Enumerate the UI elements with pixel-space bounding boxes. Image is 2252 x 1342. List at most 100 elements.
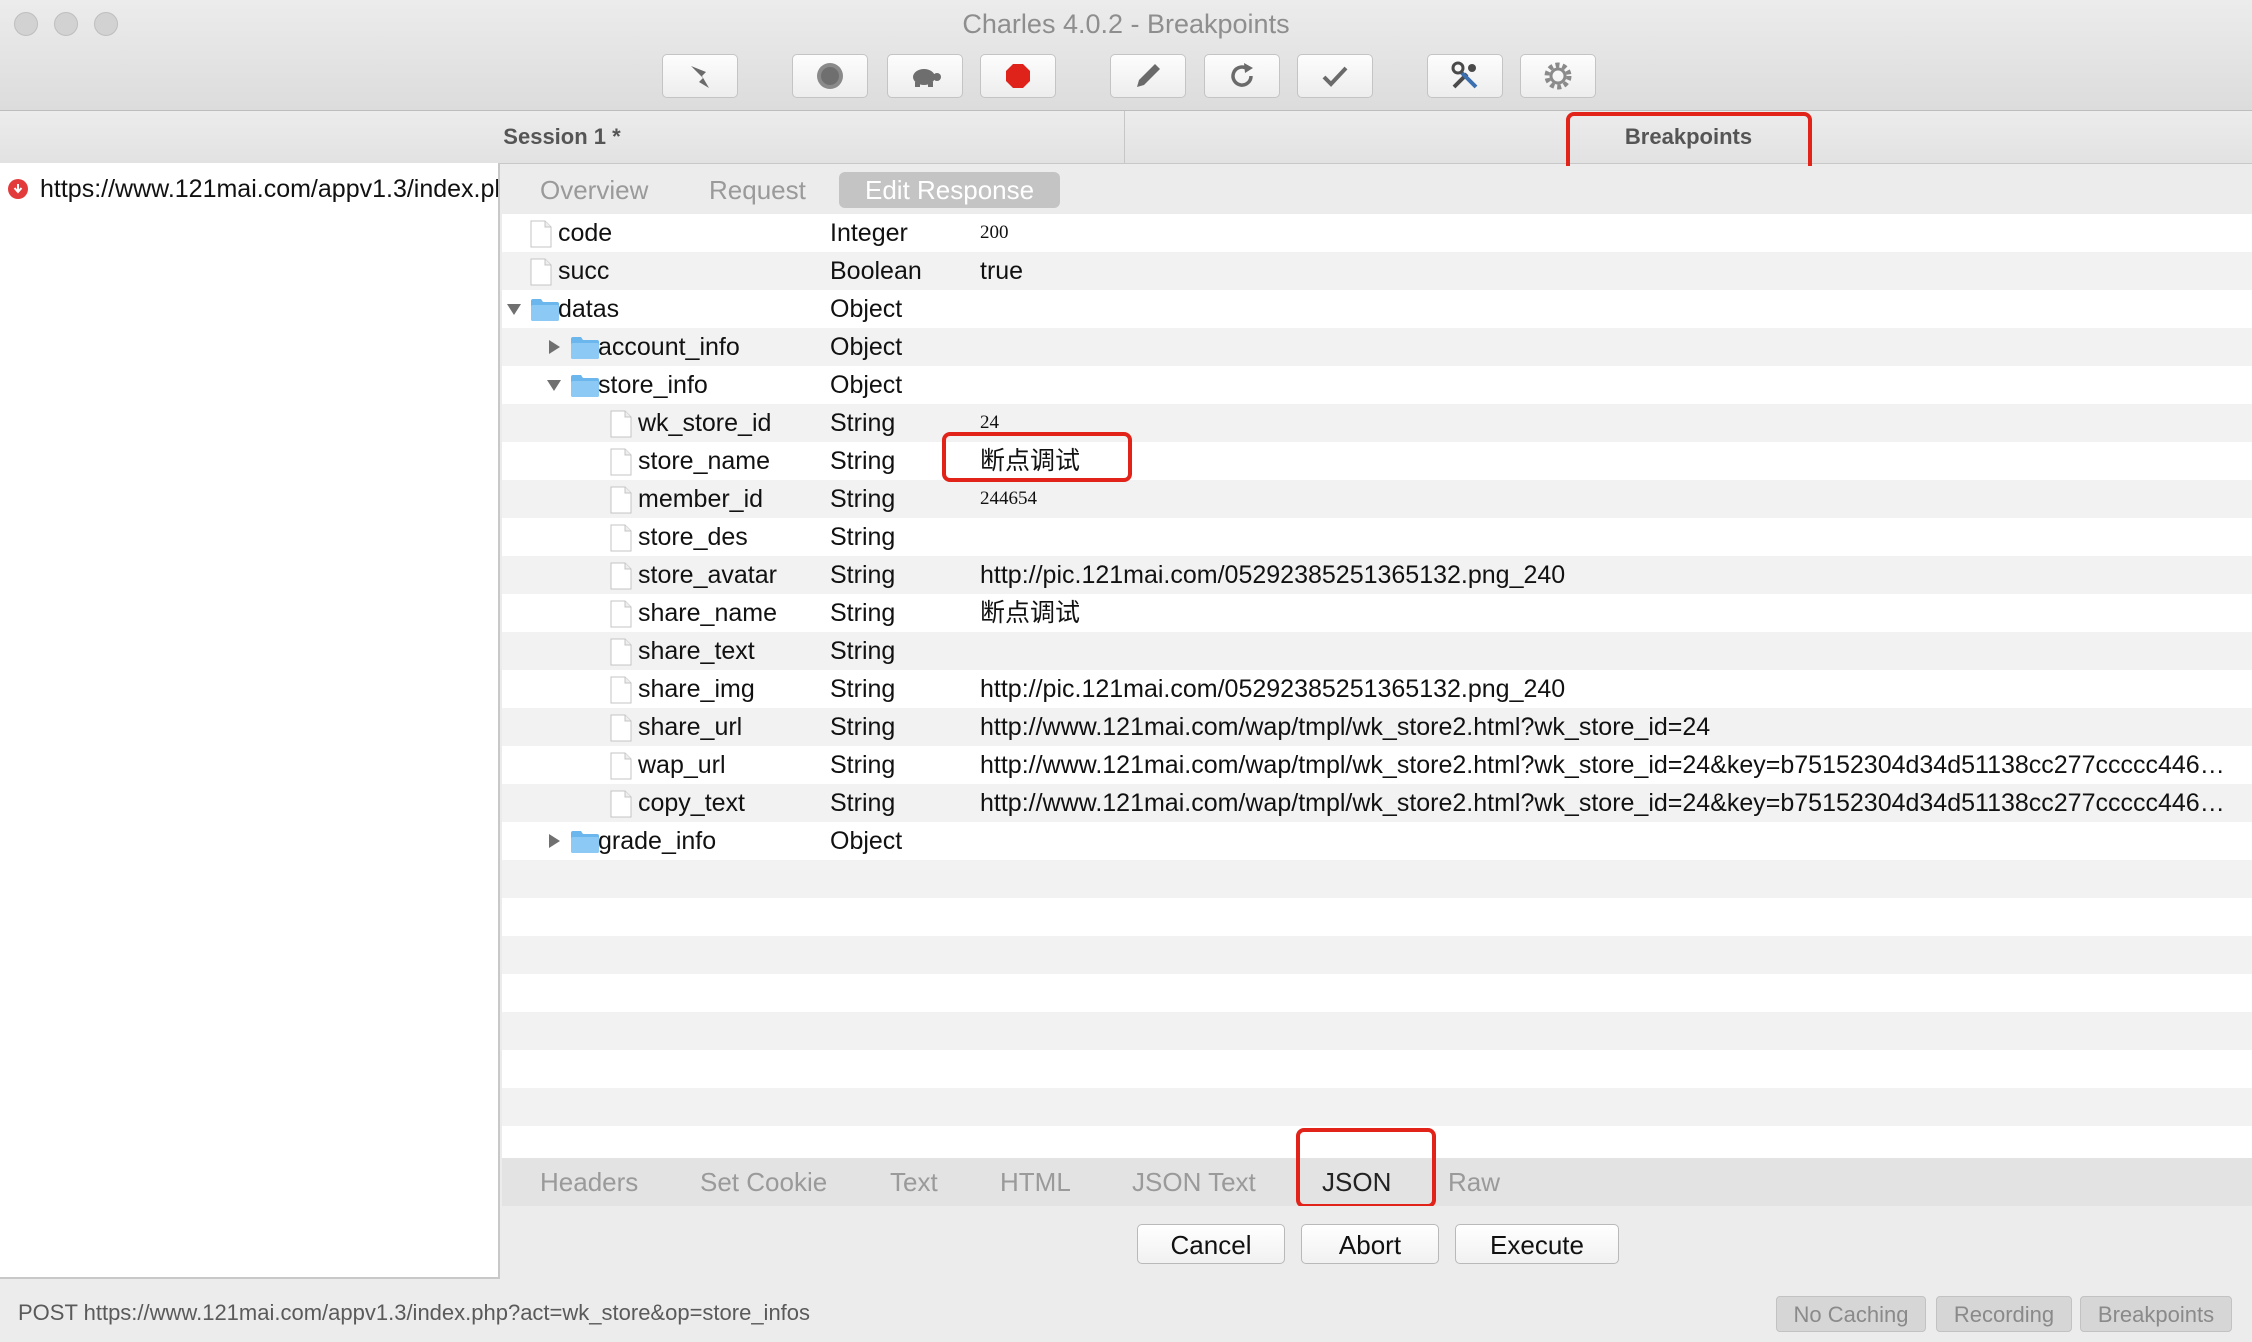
- tree-row[interactable]: succ Boolean true: [502, 252, 2252, 290]
- tree-type: String: [830, 523, 896, 551]
- tree-value[interactable]: 断点调试: [980, 594, 2232, 632]
- empty-row: [502, 898, 2252, 936]
- tab-json-text[interactable]: JSON Text: [1132, 1158, 1256, 1206]
- tree-value[interactable]: [980, 518, 2232, 556]
- document-icon: [610, 524, 632, 559]
- tab-raw[interactable]: Raw: [1448, 1158, 1500, 1206]
- tree-row[interactable]: store_avatar String http://pic.121mai.com/…: [502, 556, 2252, 594]
- abort-button[interactable]: Abort: [1301, 1224, 1439, 1264]
- tree-row[interactable]: code Integer 200: [502, 214, 2252, 252]
- tree-value[interactable]: http://pic.121mai.com/05292385251365132.…: [980, 556, 2232, 594]
- tree-row[interactable]: wap_url String http://www.121mai.com/wap/t…: [502, 746, 2252, 784]
- disclosure-collapsed-icon[interactable]: [544, 328, 564, 366]
- empty-row: [502, 1012, 2252, 1050]
- tree-key: share_img: [638, 675, 755, 703]
- tree-value[interactable]: [980, 328, 2232, 366]
- tree-value[interactable]: http://www.121mai.com/wap/tmpl/wk_store2…: [980, 746, 2232, 784]
- tree-type: String: [830, 485, 896, 513]
- tree-row[interactable]: share_name String 断点调试: [502, 594, 2252, 632]
- session-tab-bar: Session 1 * Breakpoints: [0, 111, 2252, 164]
- tree-value[interactable]: 断点调试: [980, 442, 2232, 480]
- tree-key: wk_store_id: [638, 409, 772, 437]
- tree-value[interactable]: [980, 822, 2232, 860]
- tab-session-1[interactable]: Session 1 *: [0, 111, 1124, 163]
- document-icon: [610, 638, 632, 673]
- tree-key: succ: [558, 257, 610, 285]
- empty-row: [502, 1050, 2252, 1088]
- session-list-item[interactable]: https://www.121mai.com/appv1.3/index.php…: [0, 171, 498, 207]
- status-bar: POST https://www.121mai.com/appv1.3/inde…: [0, 1284, 2252, 1342]
- tree-key: datas: [558, 295, 620, 323]
- folder-icon: [530, 296, 560, 329]
- tree-value[interactable]: [980, 632, 2232, 670]
- no-caching-button[interactable]: No Caching: [1776, 1296, 1926, 1332]
- document-icon: [610, 600, 632, 635]
- tree-row[interactable]: datas Object: [502, 290, 2252, 328]
- repeat-button[interactable]: [1204, 54, 1280, 98]
- breakpoints-status-button[interactable]: Breakpoints: [2080, 1296, 2232, 1332]
- record-icon: [814, 60, 846, 92]
- tree-row[interactable]: store_name String 断点调试: [502, 442, 2252, 480]
- tools-button[interactable]: [1427, 54, 1503, 98]
- tab-overview[interactable]: Overview: [514, 172, 674, 208]
- tab-html[interactable]: HTML: [1000, 1158, 1071, 1206]
- execute-button[interactable]: Execute: [1455, 1224, 1619, 1264]
- tree-value[interactable]: http://www.121mai.com/wap/tmpl/wk_store2…: [980, 708, 2232, 746]
- tree-value[interactable]: http://www.121mai.com/wap/tmpl/wk_store2…: [980, 784, 2232, 822]
- tree-row[interactable]: grade_info Object: [502, 822, 2252, 860]
- tree-key: share_name: [638, 599, 777, 627]
- tree-value[interactable]: [980, 366, 2232, 404]
- tree-type: Object: [830, 295, 903, 323]
- settings-button[interactable]: [1520, 54, 1596, 98]
- throttle-button[interactable]: [887, 54, 963, 98]
- tree-type: Object: [830, 371, 903, 399]
- tree-type: String: [830, 675, 896, 703]
- compose-button[interactable]: [1110, 54, 1186, 98]
- tree-row[interactable]: account_info Object: [502, 328, 2252, 366]
- document-icon: [610, 562, 632, 597]
- tree-value[interactable]: 200: [980, 214, 2232, 252]
- tab-text[interactable]: Text: [890, 1158, 938, 1206]
- pen-compose-icon: [1133, 61, 1163, 91]
- tab-headers[interactable]: Headers: [540, 1158, 638, 1206]
- window-toolbar: Charles 4.0.2 - Breakpoints: [0, 0, 2252, 111]
- tree-key: code: [558, 219, 613, 247]
- tree-row[interactable]: store_info Object: [502, 366, 2252, 404]
- cancel-button[interactable]: Cancel: [1137, 1224, 1285, 1264]
- breakpoint-icon: [8, 179, 28, 199]
- document-icon: [530, 220, 552, 255]
- tree-row[interactable]: share_text String: [502, 632, 2252, 670]
- disclosure-expanded-icon[interactable]: [504, 290, 524, 328]
- tab-request[interactable]: Request: [683, 172, 832, 208]
- tree-key: member_id: [638, 485, 764, 513]
- disclosure-collapsed-icon[interactable]: [544, 822, 564, 860]
- document-icon: [610, 486, 632, 521]
- recording-button[interactable]: Recording: [1936, 1296, 2072, 1332]
- tree-type: String: [830, 637, 896, 665]
- tree-row[interactable]: store_des String: [502, 518, 2252, 556]
- tree-row[interactable]: share_url String http://www.121mai.com/wap…: [502, 708, 2252, 746]
- broom-icon: [685, 61, 715, 91]
- tree-value[interactable]: 244654: [980, 480, 2232, 518]
- window-title: Charles 4.0.2 - Breakpoints: [962, 9, 1290, 39]
- request-detail-tabs: Overview Request Edit Response: [502, 166, 2252, 214]
- validate-button[interactable]: [1297, 54, 1373, 98]
- disclosure-expanded-icon[interactable]: [544, 366, 564, 404]
- tree-value[interactable]: true: [980, 252, 2232, 290]
- empty-row: [502, 1088, 2252, 1126]
- tree-row[interactable]: share_img String http://pic.121mai.com/052…: [502, 670, 2252, 708]
- clear-session-button[interactable]: [662, 54, 738, 98]
- tree-row[interactable]: copy_text String http://www.121mai.com/wap…: [502, 784, 2252, 822]
- tab-edit-response[interactable]: Edit Response: [839, 172, 1061, 208]
- record-button[interactable]: [792, 54, 868, 98]
- breakpoints-button[interactable]: [980, 54, 1056, 98]
- tree-key: account_info: [598, 333, 740, 361]
- tree-row[interactable]: wk_store_id String 24: [502, 404, 2252, 442]
- tree-value[interactable]: 24: [980, 404, 2232, 442]
- tree-value[interactable]: [980, 290, 2232, 328]
- tree-row[interactable]: member_id String 244654: [502, 480, 2252, 518]
- tree-key: store_name: [638, 447, 771, 475]
- tree-key: share_text: [638, 637, 755, 665]
- tab-set-cookie[interactable]: Set Cookie: [700, 1158, 827, 1206]
- tree-value[interactable]: http://pic.121mai.com/05292385251365132.…: [980, 670, 2232, 708]
